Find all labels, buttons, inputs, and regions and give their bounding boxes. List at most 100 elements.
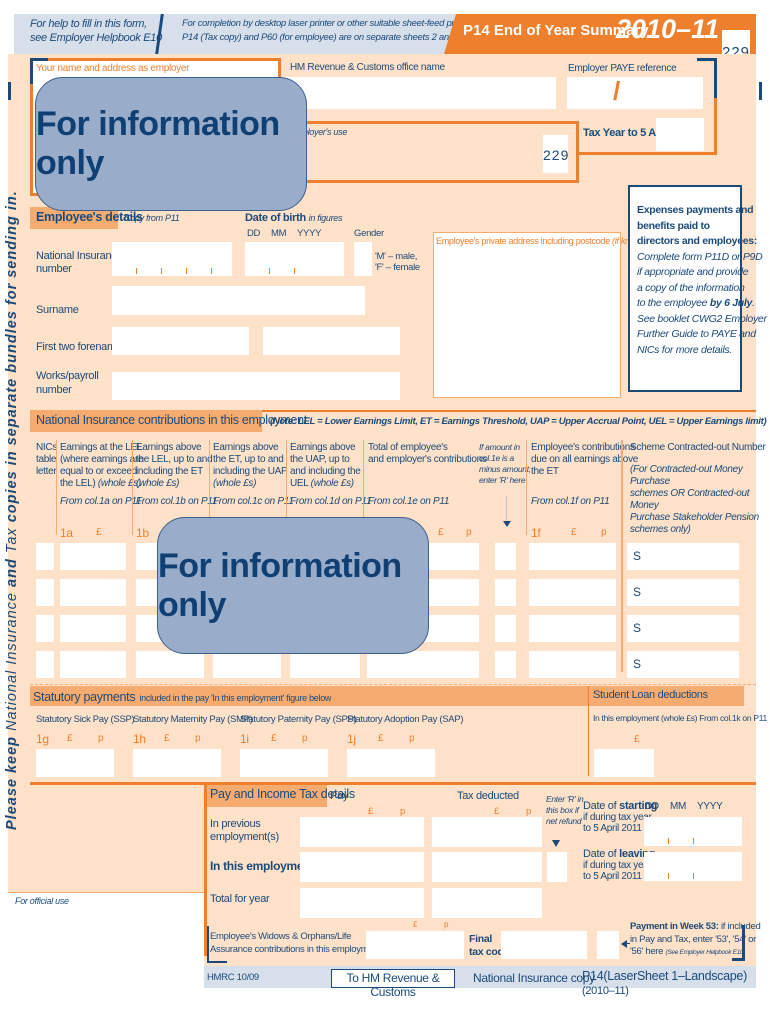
gender-hint: 'M' – male, 'F' – female xyxy=(375,251,420,273)
statutory-item-input[interactable] xyxy=(133,749,221,777)
info-only-overlay-top: For information only xyxy=(35,77,307,211)
ni-letter-input[interactable] xyxy=(36,651,54,678)
statutory-item-input[interactable] xyxy=(36,749,114,777)
leave-label-a: Date of xyxy=(583,848,620,860)
net-refund-input[interactable] xyxy=(547,852,567,882)
ni-refund-input[interactable] xyxy=(495,615,516,642)
ni-col-6-l3: minus amount, xyxy=(479,464,531,474)
ni-refund-input[interactable] xyxy=(495,543,516,570)
start-date-input[interactable] xyxy=(644,817,742,846)
ni-letter-input[interactable] xyxy=(36,579,54,606)
statutory-item-input[interactable] xyxy=(347,749,435,777)
paye-ref-separator: / xyxy=(613,76,621,106)
student-loan-title: Student Loan deductions xyxy=(593,689,708,701)
tax-year-input[interactable] xyxy=(656,118,704,151)
statutory-item-code: 1i xyxy=(240,732,249,746)
this-tax-input[interactable] xyxy=(432,852,542,882)
week53-b: if included xyxy=(718,921,761,932)
side-text-and: and xyxy=(4,553,20,592)
scon-input[interactable]: S xyxy=(627,543,739,570)
payroll-label-1: Works/payroll xyxy=(36,370,99,382)
date-yyyy-label: YYYY xyxy=(697,801,723,812)
tax-year-box-border xyxy=(579,152,717,155)
scon-note-4: schemes only) xyxy=(630,524,691,535)
ni-1f-input[interactable] xyxy=(529,651,616,678)
ni-1b-input[interactable] xyxy=(136,651,204,678)
payroll-input[interactable] xyxy=(112,372,400,400)
previous-pay-input[interactable] xyxy=(300,817,424,847)
statutory-item-code: 1g xyxy=(36,732,49,746)
leave-date-input[interactable] xyxy=(644,852,742,881)
statutory-subtitle: included in the pay 'In this employment'… xyxy=(139,693,332,703)
scon-note-1: (For Contracted-out Money Purchase xyxy=(630,464,743,487)
ni-1c-input[interactable] xyxy=(213,651,281,678)
scon-prefix: S xyxy=(633,549,641,563)
ni-letter-input[interactable] xyxy=(36,615,54,642)
gender-input[interactable] xyxy=(354,242,372,276)
scon-input[interactable]: S xyxy=(627,579,739,606)
scon-input[interactable]: S xyxy=(627,615,739,642)
statutory-item-label: Statutory Adoption Pay (SAP) xyxy=(347,714,464,725)
ni-number-input[interactable] xyxy=(112,242,232,276)
week53-input[interactable] xyxy=(597,931,619,959)
tax-refund-note: Enter 'R' in this box if net refund xyxy=(546,794,584,827)
previous-tax-input[interactable] xyxy=(432,817,542,847)
surname-input[interactable] xyxy=(112,286,365,315)
ni-1e-input[interactable] xyxy=(367,651,479,678)
scon-input[interactable]: S xyxy=(627,651,739,678)
week53-note: Payment in Week 53: if included in Pay a… xyxy=(630,921,761,960)
ni-1a-input[interactable] xyxy=(60,579,126,606)
ni-col-1e-header: Total of employee's and employer's contr… xyxy=(368,442,487,508)
statutory-item-input[interactable] xyxy=(240,749,328,777)
final-tax-code-input[interactable] xyxy=(501,931,587,959)
this-pay-input[interactable] xyxy=(300,852,424,882)
ni-col-4-l4: UEL xyxy=(290,478,311,489)
ni-section-rule xyxy=(262,410,756,412)
statutory-item-pence: p xyxy=(98,733,104,744)
tax-year-title: 2010–11 xyxy=(616,14,720,44)
footer-to-hmrc: To HM Revenue & Customs xyxy=(331,969,455,999)
hmrc-office-input[interactable] xyxy=(284,77,556,109)
ni-1d-input[interactable] xyxy=(290,651,360,678)
ni-refund-input[interactable] xyxy=(495,651,516,678)
ni-1a-input[interactable] xyxy=(60,651,126,678)
student-loan-input[interactable] xyxy=(594,749,654,777)
ni-1a-input[interactable] xyxy=(60,543,126,570)
completion-note: For completion by desktop laser printer … xyxy=(182,17,474,45)
ni-1f-input[interactable] xyxy=(529,615,616,642)
total-tax-input[interactable] xyxy=(432,888,542,918)
ni-col-1a-unit: £ xyxy=(96,527,102,538)
ni-col-5-l2: and employer's contributions xyxy=(368,454,487,465)
ni-col-letter-header: NICs table letter xyxy=(36,442,57,478)
dob-input[interactable] xyxy=(245,242,344,276)
statutory-item-pound: £ xyxy=(271,733,277,744)
ni-refund-note: If amount in col.1e is a minus amount, e… xyxy=(479,442,531,486)
widows-label-1: Employee's Widows & Orphans/Life xyxy=(210,931,352,942)
statutory-item-label: Statutory Sick Pay (SSP) xyxy=(36,714,135,725)
ni-1f-input[interactable] xyxy=(529,579,616,606)
paye-ref-input[interactable] xyxy=(567,77,703,109)
ni-1f-input[interactable] xyxy=(529,543,616,570)
widows-input[interactable] xyxy=(366,931,464,959)
statutory-item-code: 1j xyxy=(347,732,356,746)
ni-col-1-l2: (where earnings are xyxy=(60,454,144,465)
forename-2-input[interactable] xyxy=(263,327,400,355)
employee-address-input[interactable] xyxy=(433,232,621,398)
total-pay-input[interactable] xyxy=(300,888,424,918)
forename-1-input[interactable] xyxy=(112,327,249,355)
ni-letter-input[interactable] xyxy=(36,543,54,570)
ni-col-0-l1: NICs xyxy=(36,442,58,453)
statutory-item-pound: £ xyxy=(67,733,73,744)
ni-col-1a-code: 1a xyxy=(60,526,73,540)
footer-copy-label: National Insurance copy xyxy=(473,971,595,985)
date-dd-label: DD xyxy=(645,801,659,812)
scon-prefix: S xyxy=(633,657,641,671)
expenses-line-7c: . xyxy=(752,297,755,309)
statutory-top-rule xyxy=(30,684,756,685)
expenses-line-5: if appropriate and provide xyxy=(637,266,749,278)
ni-1a-input[interactable] xyxy=(60,615,126,642)
expenses-line-1: Expenses payments and xyxy=(637,204,754,216)
ni-tick xyxy=(136,268,137,274)
ni-col-4-l2: the UAP, up to xyxy=(290,454,350,465)
ni-refund-input[interactable] xyxy=(495,579,516,606)
